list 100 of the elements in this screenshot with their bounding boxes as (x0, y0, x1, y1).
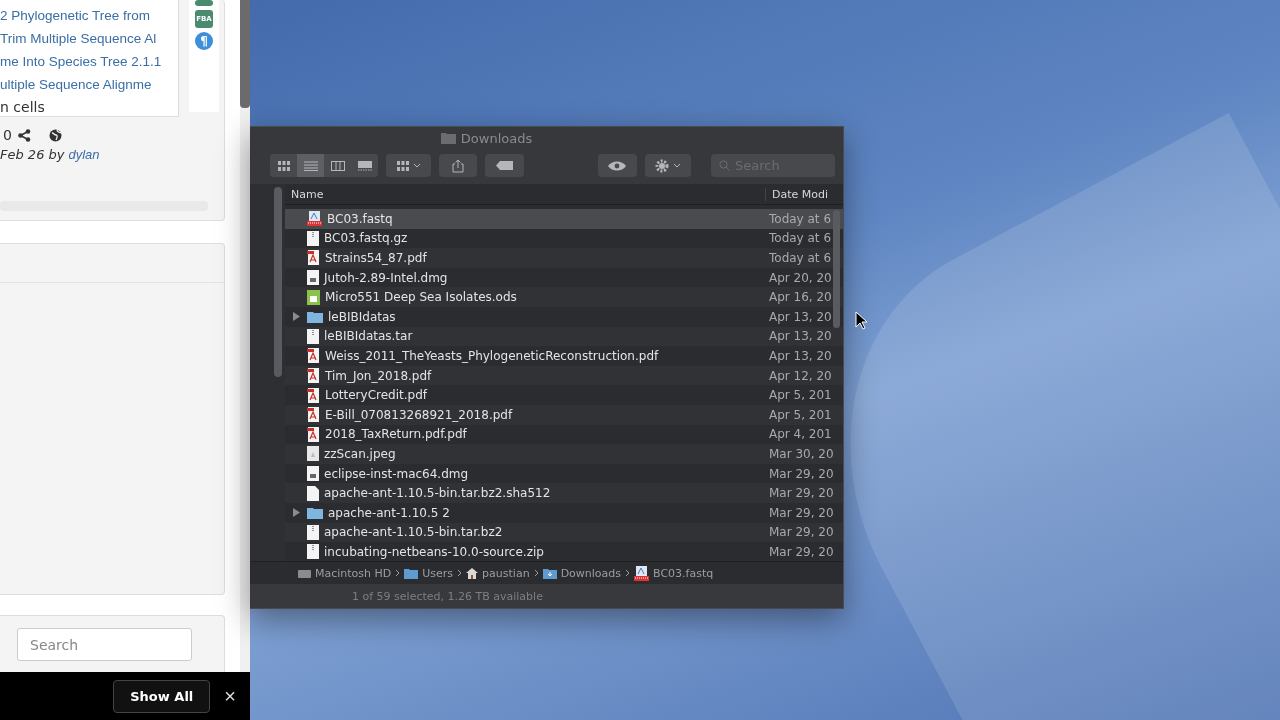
pdf-icon (307, 250, 320, 266)
file-name: 2018_TaxReturn.pdf.pdf (325, 427, 467, 442)
date-modified: Today at 6 (768, 211, 833, 226)
file-row[interactable]: BC03.fastq Today at 6 (285, 209, 843, 229)
date-modified: Apr 13, 20 (768, 329, 833, 344)
pdf-icon (307, 426, 320, 442)
path-item[interactable]: Users (404, 566, 454, 580)
close-button[interactable]: × (220, 684, 240, 708)
caret-icon (412, 163, 421, 168)
view-mode-button[interactable] (297, 154, 325, 177)
date-modified: Mar 29, 20 (768, 525, 835, 540)
file-row[interactable]: apache-ant-1.10.5-bin.tar.bz2.sha512 Mar 29, 20 (285, 483, 843, 503)
mouse-pointer-icon (855, 311, 868, 330)
scroll-bar[interactable] (240, 0, 250, 672)
date-text: Feb 26 by (0, 147, 65, 163)
paragraph-badge: ¶ (195, 32, 213, 50)
path-item[interactable]: BC03.fastq (634, 565, 714, 581)
tag-button[interactable] (485, 154, 525, 177)
file-name: leBIBIdatas.tar (324, 329, 413, 344)
file-name: Jutoh-2.89-Intel.dmg (324, 270, 448, 285)
fastq-file-icon (307, 211, 322, 227)
vertical-scroll-thumb[interactable] (833, 210, 840, 328)
file-name: BC03.fastq (327, 211, 393, 226)
folder-icon (440, 132, 456, 144)
file-name: zzScan.jpeg (324, 446, 396, 461)
date-modified: Apr 16, 20 (768, 290, 833, 305)
tag-icon (496, 161, 514, 170)
list-view-icon (303, 160, 318, 171)
file-name: eclipse-inst-mac64.dmg (324, 466, 469, 481)
group-button[interactable] (386, 154, 431, 177)
date-modified: Apr 4, 201 (768, 427, 833, 442)
date-modified: Mar 29, 20 (768, 466, 835, 481)
pdf-icon (307, 368, 320, 384)
date-modified: Apr 13, 20 (768, 309, 833, 324)
pdf-icon (307, 348, 320, 364)
house-icon (466, 567, 479, 579)
file-row[interactable]: Tim_Jon_2018.pdf Apr 12, 20 (285, 365, 843, 386)
share-icon (452, 158, 465, 173)
fastq-file-icon (634, 565, 650, 581)
show-all-button[interactable]: Show All (113, 679, 211, 713)
download-folder-icon (542, 567, 557, 579)
share-count: 0 (3, 127, 12, 143)
file-row[interactable]: apache-ant-1.10.5-bin.tar.bz2 Mar 29, 20 (285, 522, 843, 543)
path-item[interactable]: Macintosh HD (298, 566, 392, 580)
disk-image-icon (307, 270, 319, 286)
archive-file-icon (307, 524, 319, 540)
chevron-icon (625, 569, 631, 577)
search-icon (719, 160, 730, 171)
grid-view-icon (396, 160, 409, 171)
author-link[interactable]: dylan (68, 147, 100, 163)
link[interactable]: me Into Species Tree 2.1.1 (0, 50, 178, 73)
action-button[interactable] (644, 154, 692, 177)
file-name: E-Bill_070813268921_2018.pdf (325, 407, 513, 422)
column-view-icon (330, 160, 345, 171)
date-modified: Today at 6 (768, 231, 833, 246)
path-item[interactable]: paustian (466, 566, 530, 580)
eye-icon (608, 160, 627, 171)
file-name: apache-ant-1.10.5-bin.tar.bz2.sha512 (324, 486, 551, 501)
link[interactable]: ultiple Sequence Alignme (0, 73, 178, 96)
path-item[interactable]: Downloads (542, 566, 622, 580)
date-modified: Mar 30, 20 (768, 446, 835, 461)
archive-file-icon (307, 328, 319, 344)
file-row[interactable]: zzScan.jpeg Mar 30, 20 (285, 444, 843, 464)
window-title: Downloads (460, 130, 533, 146)
search-field[interactable]: Search (17, 628, 192, 661)
disk-image-icon (307, 466, 319, 481)
quick-look-button[interactable] (598, 154, 637, 177)
gear-icon (654, 158, 669, 173)
file-name: incubating-netbeans-10.0-source.zip (324, 544, 544, 559)
link[interactable]: Trim Multiple Sequence Al (0, 27, 178, 50)
link[interactable]: 2 Phylogenetic Tree from (0, 4, 178, 27)
hard-drive-icon (298, 567, 311, 579)
date-modified: Today at 6 (768, 251, 833, 265)
file-name: Weiss_2011_TheYeasts_PhylogeneticReconstruction.pdf (325, 348, 659, 363)
globe-icon (48, 128, 62, 142)
chevron-icon (395, 569, 401, 577)
file-row[interactable]: leBIBIdatas.tar Apr 13, 20 (285, 326, 843, 347)
date-modified: Apr 5, 201 (768, 407, 833, 422)
column-header[interactable]: Name (285, 187, 765, 201)
chevron-icon (533, 569, 539, 577)
chevron-icon (457, 569, 463, 577)
folder-icon (307, 310, 323, 324)
file-row[interactable]: Micro551 Deep Sea Isolates.ods Apr 16, 20 (285, 287, 843, 307)
share-button[interactable] (438, 154, 478, 177)
scroll-thumb[interactable] (274, 187, 282, 377)
caret-icon (672, 163, 681, 168)
file-name: Strains54_87.pdf (325, 251, 427, 265)
file-name: Micro551 Deep Sea Isolates.ods (325, 290, 517, 305)
date-modified: Mar 29, 20 (768, 505, 835, 520)
file-name: apache-ant-1.10.5-bin.tar.bz2 (324, 525, 503, 540)
file-row[interactable]: Strains54_87.pdf Today at 6 (285, 248, 843, 268)
document-icon (307, 485, 319, 501)
date-modified: Apr 13, 20 (768, 348, 833, 363)
note-text: n cells (0, 98, 46, 116)
grid-view-icon (277, 160, 290, 171)
date-modified: Mar 29, 20 (768, 544, 835, 559)
folder-icon (307, 506, 323, 520)
file-row[interactable]: E-Bill_070813268921_2018.pdf Apr 5, 201 (285, 404, 843, 425)
column-header[interactable]: Date Modi (765, 187, 843, 201)
share-icon (17, 128, 31, 142)
